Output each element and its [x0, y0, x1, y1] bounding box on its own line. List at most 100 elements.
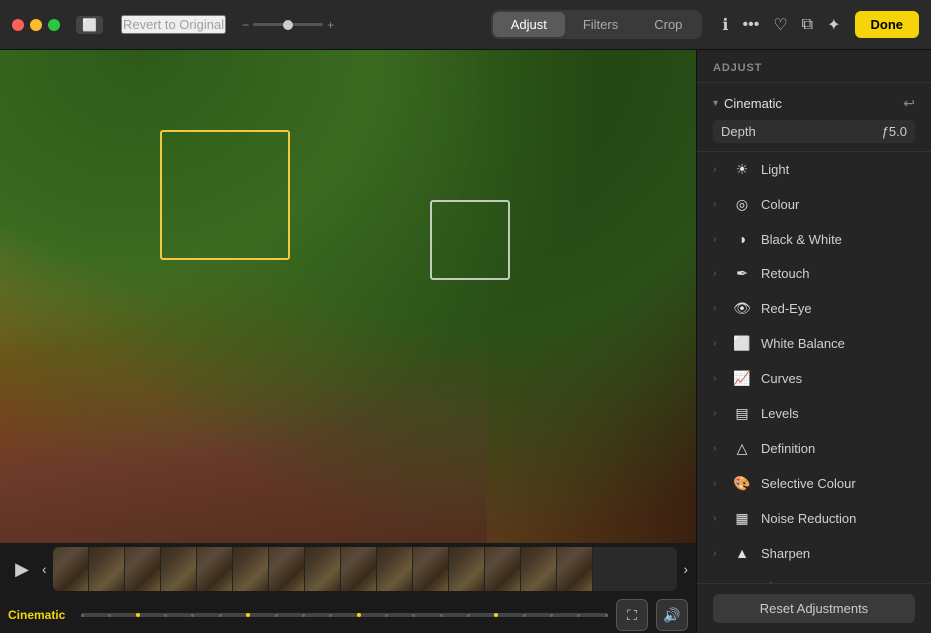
timeline-dot — [550, 614, 553, 617]
depth-value: ƒ5.0 — [882, 124, 907, 139]
photo-background — [0, 50, 696, 543]
adj-label-noise-reduction: Noise Reduction — [761, 511, 915, 526]
adj-chevron-icon: › — [713, 373, 723, 384]
tab-adjust[interactable]: Adjust — [493, 12, 565, 37]
magic-icon[interactable]: ✦ — [827, 15, 840, 35]
duplicate-icon[interactable]: ⧉ — [802, 16, 813, 34]
zoom-slider[interactable] — [253, 23, 323, 26]
cinematic-section: ▾ Cinematic ↩ Depth ƒ5.0 — [697, 87, 931, 152]
panel-header: ADJUST — [697, 50, 931, 83]
adj-label-red-eye: Red-Eye — [761, 301, 915, 316]
filmstrip-frame — [305, 547, 341, 591]
audio-button[interactable]: 🔊 — [656, 599, 688, 631]
adj-chevron-icon: › — [713, 513, 723, 524]
adjustment-light[interactable]: › ☀ Light — [697, 152, 931, 187]
adjustment-red-eye[interactable]: › 👁 Red-Eye — [697, 291, 931, 326]
depth-label: Depth — [721, 124, 756, 139]
adj-label-black-white: Black & White — [761, 232, 915, 247]
adj-chevron-icon: › — [713, 199, 723, 210]
definition-icon: △ — [733, 440, 751, 457]
adjustment-definition[interactable]: › △ Definition — [697, 431, 931, 466]
timeline-dot — [523, 614, 526, 617]
sidebar-toggle-button[interactable]: ⬜ — [76, 16, 103, 34]
levels-icon: ▤ — [733, 405, 751, 422]
filmstrip-frame — [89, 547, 125, 591]
red-eye-icon: 👁 — [733, 300, 751, 317]
colour-icon: ◎ — [733, 196, 751, 213]
zoom-plus-icon: + — [327, 18, 334, 32]
adjustment-selective-colour[interactable]: › 🎨 Selective Colour — [697, 466, 931, 501]
zoom-slider-thumb — [283, 20, 293, 30]
light-icon: ☀ — [733, 161, 751, 178]
play-button[interactable]: ▶ — [8, 555, 36, 583]
cinematic-undo-icon[interactable]: ↩ — [903, 95, 915, 112]
play-icon: ▶ — [15, 559, 29, 580]
sharpen-icon: ▲ — [733, 545, 751, 561]
filmstrip-frame — [233, 547, 269, 591]
adjustment-vignette[interactable]: › ◎ Vignette — [697, 570, 931, 583]
prev-frame-button[interactable]: ‹ — [42, 561, 47, 577]
info-icon[interactable]: ℹ — [722, 15, 728, 35]
adj-chevron-icon: › — [713, 268, 723, 279]
adj-chevron-icon: › — [713, 478, 723, 489]
timeline-dot-highlight — [357, 613, 361, 617]
timeline-dot — [467, 614, 470, 617]
close-button[interactable] — [12, 19, 24, 31]
adjustment-colour[interactable]: › ◎ Colour — [697, 187, 931, 222]
adjustment-sharpen[interactable]: › ▲ Sharpen — [697, 536, 931, 570]
adj-label-white-balance: White Balance — [761, 336, 915, 351]
timeline-track[interactable] — [81, 613, 608, 617]
filmstrip-frame — [161, 547, 197, 591]
timeline-dot — [329, 614, 332, 617]
minimize-button[interactable] — [30, 19, 42, 31]
more-icon[interactable]: ••• — [743, 16, 760, 34]
next-frame-button[interactable]: › — [683, 561, 688, 577]
filmstrip-frame — [377, 547, 413, 591]
timeline-dot — [219, 614, 222, 617]
timeline-dot-highlight — [494, 613, 498, 617]
timeline-dots — [81, 613, 608, 617]
done-button[interactable]: Done — [855, 11, 920, 38]
adj-label-levels: Levels — [761, 406, 915, 421]
timeline-dot — [275, 614, 278, 617]
adjustment-levels[interactable]: › ▤ Levels — [697, 396, 931, 431]
main-content: ▶ ‹ — [0, 50, 931, 633]
timeline-dot — [412, 614, 415, 617]
filmstrip-frame — [197, 547, 233, 591]
timeline-dot — [302, 614, 305, 617]
tab-group: Adjust Filters Crop — [491, 10, 703, 39]
zoom-minus-icon: − — [242, 18, 249, 32]
filmstrip-inner — [53, 547, 678, 591]
adjustment-black-white[interactable]: › ◑ Black & White — [697, 222, 931, 256]
bottom-bar: Cinematic — [0, 595, 696, 633]
heart-icon[interactable]: ♡ — [773, 15, 787, 35]
reset-adjustments-button[interactable]: Reset Adjustments — [713, 594, 915, 623]
video-frame — [0, 50, 696, 543]
fullscreen-button[interactable]: ⛶ — [616, 599, 648, 631]
adjustment-noise-reduction[interactable]: › ▦ Noise Reduction — [697, 501, 931, 536]
adjustment-curves[interactable]: › 📈 Curves — [697, 361, 931, 396]
black-white-icon: ◑ — [733, 231, 751, 247]
timeline-controls: ▶ ‹ — [0, 543, 696, 595]
timeline-dot-highlight — [136, 613, 140, 617]
tab-crop[interactable]: Crop — [636, 12, 700, 37]
panel-footer: Reset Adjustments — [697, 583, 931, 633]
adj-chevron-icon: › — [713, 443, 723, 454]
adj-label-definition: Definition — [761, 441, 915, 456]
toolbar-icons: ℹ ••• ♡ ⧉ ✦ — [722, 15, 840, 35]
adjustment-white-balance[interactable]: › ⬜ White Balance — [697, 326, 931, 361]
revert-button[interactable]: Revert to Original — [121, 15, 226, 34]
tab-filters[interactable]: Filters — [565, 12, 636, 37]
adjustment-retouch[interactable]: › ✒ Retouch — [697, 256, 931, 291]
traffic-lights — [12, 19, 60, 31]
curves-icon: 📈 — [733, 370, 751, 387]
timeline-dot — [605, 614, 608, 617]
face-box-primary — [160, 130, 290, 260]
timeline-dot — [577, 614, 580, 617]
zoom-control: − + — [242, 18, 334, 32]
filmstrip[interactable] — [53, 547, 678, 591]
adj-chevron-icon: › — [713, 548, 723, 559]
filmstrip-frame — [485, 547, 521, 591]
filmstrip-frame — [521, 547, 557, 591]
maximize-button[interactable] — [48, 19, 60, 31]
